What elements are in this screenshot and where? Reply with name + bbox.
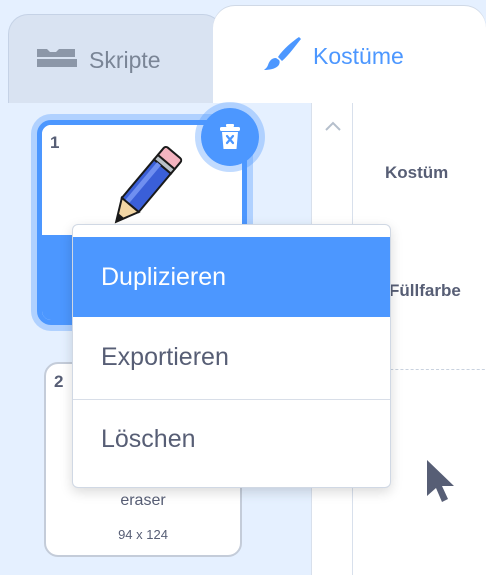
pencil-thumbnail xyxy=(114,145,183,224)
editor-tab-bar: Skripte Kostüme xyxy=(0,0,486,106)
fill-color-label: Füllfarbe xyxy=(389,281,461,300)
tab-costumes-label: Kostüme xyxy=(313,42,404,69)
costume-size: 94 x 124 xyxy=(118,527,168,542)
code-blocks-icon xyxy=(35,46,79,76)
toolbar-divider xyxy=(375,369,486,370)
costume-number: 1 xyxy=(50,133,60,152)
arrow-cursor-icon[interactable] xyxy=(423,458,457,509)
paintbrush-icon xyxy=(263,35,303,77)
trash-icon xyxy=(220,124,240,149)
costume-context-menu: Duplizieren Exportieren Löschen xyxy=(72,224,391,488)
menu-item-duplicate[interactable]: Duplizieren xyxy=(73,237,390,317)
menu-item-export[interactable]: Exportieren xyxy=(73,317,390,397)
tab-costumes[interactable]: Kostüme xyxy=(213,6,486,106)
chevron-up-icon[interactable] xyxy=(324,119,342,137)
costume-name: eraser xyxy=(120,492,166,509)
tab-scripts[interactable]: Skripte xyxy=(8,14,223,106)
costume-name-label: Kostüm xyxy=(385,163,449,182)
delete-costume-button[interactable] xyxy=(195,102,265,172)
tab-scripts-label: Skripte xyxy=(89,47,161,73)
menu-item-delete[interactable]: Löschen xyxy=(73,399,390,479)
costume-number: 2 xyxy=(54,372,64,391)
